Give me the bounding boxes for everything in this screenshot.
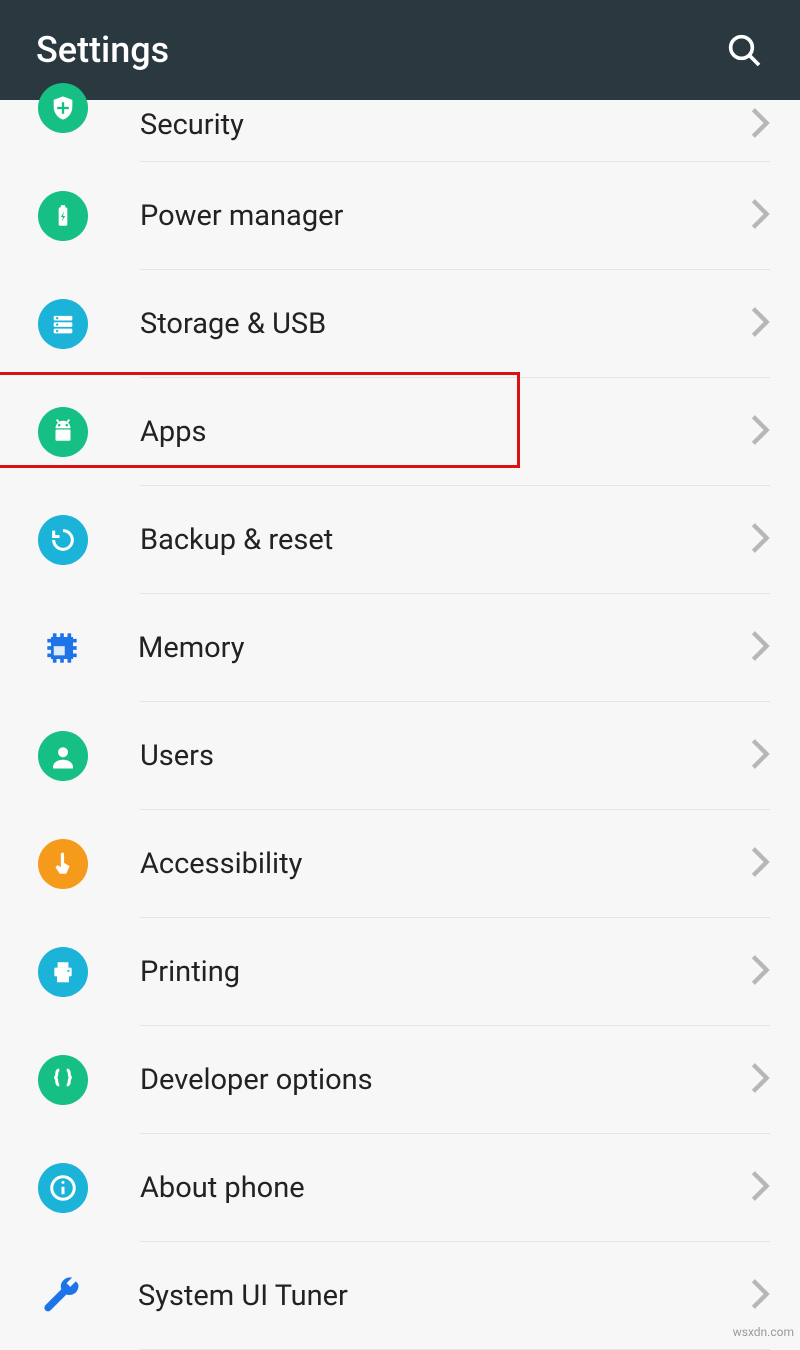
settings-item-about-phone[interactable]: About phone	[0, 1134, 800, 1242]
settings-item-label: Accessibility	[140, 847, 302, 881]
settings-item-label: Power manager	[140, 199, 343, 233]
settings-item-developer-options[interactable]: Developer options	[0, 1026, 800, 1134]
chevron-right-icon	[750, 106, 770, 144]
chevron-right-icon	[750, 1277, 770, 1315]
settings-item-label: Developer options	[140, 1063, 373, 1097]
settings-item-label: About phone	[140, 1171, 305, 1205]
printer-icon	[38, 947, 88, 997]
settings-item-security[interactable]: Security	[0, 100, 800, 162]
settings-item-memory[interactable]: Memory	[0, 594, 800, 702]
settings-item-label: Memory	[138, 631, 244, 665]
settings-item-backup-reset[interactable]: Backup & reset	[0, 486, 800, 594]
settings-item-users[interactable]: Users	[0, 702, 800, 810]
chevron-right-icon	[750, 953, 770, 991]
chevron-right-icon	[750, 305, 770, 343]
chevron-right-icon	[750, 413, 770, 451]
search-button[interactable]	[724, 30, 764, 70]
settings-item-apps[interactable]: Apps	[0, 378, 800, 486]
shield-icon	[38, 129, 88, 133]
braces-icon	[38, 1055, 88, 1105]
settings-item-accessibility[interactable]: Accessibility	[0, 810, 800, 918]
android-icon	[38, 407, 88, 457]
info-icon	[38, 1163, 88, 1213]
watermark-text: wsxdn.com	[733, 1325, 794, 1339]
chevron-right-icon	[750, 737, 770, 775]
settings-item-label: System UI Tuner	[138, 1279, 348, 1313]
search-icon	[724, 30, 764, 70]
user-icon	[38, 731, 88, 781]
chevron-right-icon	[750, 521, 770, 559]
settings-item-label: Printing	[140, 955, 240, 989]
wrench-icon	[38, 1272, 86, 1320]
page-title: Settings	[36, 29, 169, 71]
storage-icon	[38, 299, 88, 349]
settings-item-printing[interactable]: Printing	[0, 918, 800, 1026]
app-header: Settings	[0, 0, 800, 100]
chip-icon	[38, 624, 86, 672]
settings-item-label: Users	[140, 739, 214, 773]
battery-icon	[38, 191, 88, 241]
chevron-right-icon	[750, 845, 770, 883]
settings-item-label: Storage & USB	[140, 307, 326, 341]
chevron-right-icon	[750, 1061, 770, 1099]
settings-item-power-manager[interactable]: Power manager	[0, 162, 800, 270]
chevron-right-icon	[750, 197, 770, 235]
settings-item-label: Apps	[140, 415, 206, 449]
settings-item-system-ui-tuner[interactable]: System UI Tuner	[0, 1242, 800, 1350]
chevron-right-icon	[750, 1169, 770, 1207]
settings-item-label: Backup & reset	[140, 523, 333, 557]
refresh-icon	[38, 515, 88, 565]
settings-list: Security Power manager Storage & USB Apps Ba…	[0, 100, 800, 1350]
settings-item-storage-usb[interactable]: Storage & USB	[0, 270, 800, 378]
chevron-right-icon	[750, 629, 770, 667]
settings-item-label: Security	[140, 108, 244, 142]
hand-icon	[38, 839, 88, 889]
